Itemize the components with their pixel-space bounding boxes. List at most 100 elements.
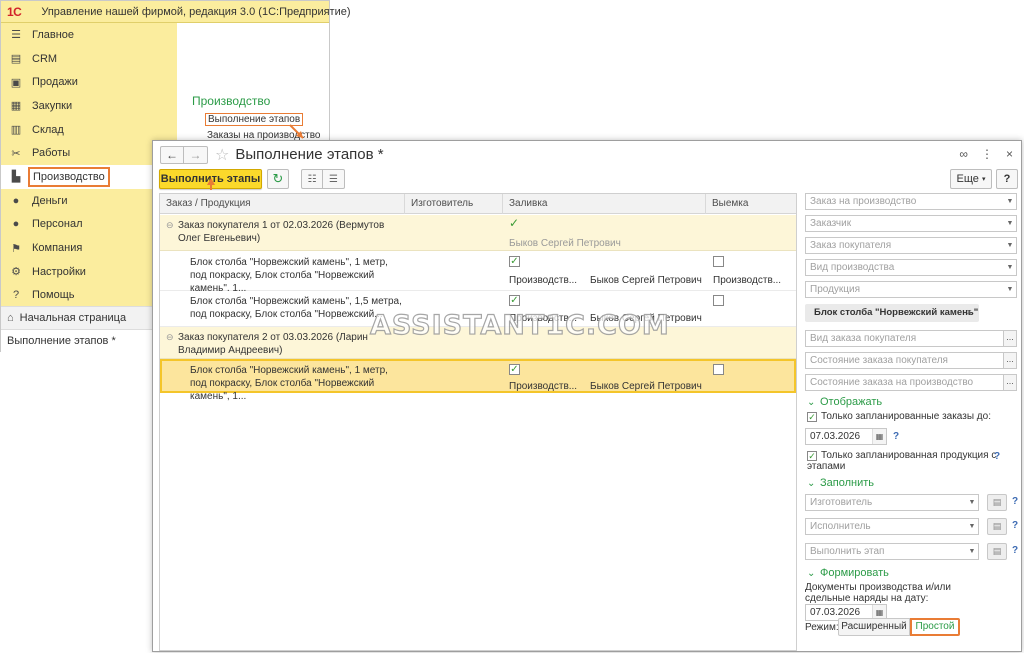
column-fill[interactable]: Заливка [503, 194, 706, 214]
help-icon[interactable]: ? [1012, 496, 1018, 507]
chevron-down-icon[interactable]: ▼ [966, 519, 978, 534]
app-logo: 1С [7, 4, 22, 19]
fill-checkbox[interactable]: ✓ [509, 295, 520, 306]
filter-production-order[interactable]: Заказ на производство ▼ [805, 193, 1017, 210]
sidebar-item-sales[interactable]: ▣ Продажи [1, 70, 177, 94]
column-order-product[interactable]: Заказ / Продукция [160, 194, 405, 214]
table-group-row[interactable]: ⊖ Заказ покупателя 2 от 03.03.2026 (Лари… [160, 327, 796, 359]
date-field-1[interactable]: 07.03.2026 ▦ [805, 428, 887, 445]
favorite-star-icon[interactable]: ☆ [215, 145, 229, 165]
table-group-row[interactable]: ⊖ Заказ покупателя 1 от 02.03.2026 (Верм… [160, 215, 796, 251]
help-icon[interactable]: ? [1012, 520, 1018, 531]
filter-order-state[interactable]: Состояние заказа покупателя... [805, 352, 1017, 369]
sidebar-item-crm[interactable]: ▤ CRM [1, 47, 177, 71]
filter-production-type[interactable]: Вид производства ▼ [805, 259, 1017, 276]
help-icon[interactable]: ? [994, 451, 1000, 462]
fill-maker-field[interactable]: Изготовитель ▼ [805, 494, 979, 511]
cut-checkbox[interactable] [713, 295, 724, 306]
back-button[interactable]: ← [160, 145, 184, 164]
chevron-down-icon[interactable]: ▼ [1004, 260, 1016, 275]
product-filter-tag[interactable]: Блок столба "Норвежский камень" × [805, 304, 979, 322]
sidebar-item-warehouse[interactable]: ▥ Склад [1, 118, 177, 142]
table-header: Заказ / Продукция Изготовитель Заливка В… [160, 194, 796, 214]
mode-simple-button[interactable]: Простой [910, 618, 960, 636]
sidebar-item-settings[interactable]: ⚙ Настройки [1, 260, 177, 284]
filter-customer-order[interactable]: Заказ покупателя ▼ [805, 237, 1017, 254]
calendar-icon[interactable]: ▦ [872, 429, 886, 444]
more-button[interactable]: Еще ▾ [950, 169, 992, 189]
fill-performer: Быков Сергей Петрович [590, 381, 702, 392]
link-icon[interactable]: ∞ [959, 147, 968, 161]
close-icon[interactable]: × [1006, 147, 1013, 161]
run-stages-button[interactable]: Выполнить этапы [159, 169, 262, 189]
table-row[interactable]: Блок столба "Норвежский камень", 1 метр,… [160, 251, 796, 294]
help-icon[interactable]: ? [1012, 545, 1018, 556]
section-display[interactable]: ⌄ Отображать [807, 396, 882, 408]
remove-tag-icon[interactable]: × [966, 304, 972, 322]
filter-customer[interactable]: Заказчик ▼ [805, 215, 1017, 232]
sidebar-item-works[interactable]: ✂ Работы [1, 141, 177, 165]
help-button[interactable]: ? [996, 169, 1018, 189]
section-form[interactable]: ⌄ Формировать [807, 567, 889, 579]
sidebar-item-label: Персонал [32, 218, 83, 231]
fill-checkbox[interactable]: ✓ [509, 256, 520, 267]
help-icon: ? [12, 289, 20, 302]
apply-fill-button[interactable]: ▤ [987, 543, 1007, 560]
sidebar-item-production[interactable]: ▙ Производство [1, 165, 177, 189]
chevron-down-icon[interactable]: ▼ [1004, 282, 1016, 297]
more-vertical-icon[interactable]: ⋮ [981, 147, 993, 161]
fill-stage-field[interactable]: Выполнить этап ▼ [805, 543, 979, 560]
fill-maker: Производств... [509, 313, 578, 324]
section-label: Формировать [820, 567, 889, 579]
tree-view-button[interactable]: ☰ [323, 169, 345, 189]
mode-extended-button[interactable]: Расширенный [838, 618, 910, 636]
column-cut[interactable]: Выемка [706, 194, 796, 214]
chevron-down-icon[interactable]: ▼ [1004, 238, 1016, 253]
select-dots-button[interactable]: ... [1003, 352, 1017, 369]
filter-production-state[interactable]: Состояние заказа на производство... [805, 374, 1017, 391]
chevron-down-icon[interactable]: ▼ [966, 544, 978, 559]
sidebar-item-label: CRM [32, 52, 58, 65]
chevron-down-icon[interactable]: ▼ [1004, 194, 1016, 209]
placeholder: Исполнитель [810, 521, 871, 532]
sidebar-item-purchases[interactable]: ▦ Закупки [1, 94, 177, 118]
apply-fill-button[interactable]: ▤ [987, 518, 1007, 535]
collapse-icon[interactable]: ⊖ [166, 332, 174, 343]
placeholder: Заказ покупателя [810, 240, 892, 251]
apply-fill-button[interactable]: ▤ [987, 494, 1007, 511]
sidebar-item-money[interactable]: ● Деньги [1, 189, 177, 213]
refresh-button[interactable]: ↻ [267, 169, 289, 189]
group-title: Заказ покупателя 1 от 02.03.2026 (Вермут… [178, 220, 385, 244]
column-maker[interactable]: Изготовитель [405, 194, 503, 214]
sidebar-item-main[interactable]: ☰ Главное [1, 23, 177, 47]
cut-checkbox[interactable] [713, 364, 724, 375]
more-label: Еще [956, 173, 979, 185]
collapse-icon[interactable]: ⊖ [166, 220, 174, 231]
only-planned-orders-checkbox[interactable]: ✓ Только запланированные заказы до: [807, 411, 991, 422]
table-row-selected[interactable]: Блок столба "Норвежский камень", 1 метр,… [160, 359, 796, 402]
table-row[interactable]: Блок столба "Норвежский камень", 1,5 мет… [160, 291, 796, 327]
sidebar-item-staff[interactable]: ● Персонал [1, 213, 177, 237]
checkbox-checked[interactable]: ✓ [807, 451, 817, 461]
checkbox-checked[interactable]: ✓ [807, 412, 817, 422]
select-dots-button[interactable]: ... [1003, 374, 1017, 391]
forward-button[interactable]: → [184, 145, 208, 164]
fill-performer-field[interactable]: Исполнитель ▼ [805, 518, 979, 535]
filter-order-kind[interactable]: Вид заказа покупателя... [805, 330, 1017, 347]
chevron-down-icon[interactable]: ▼ [1004, 216, 1016, 231]
sidebar-item-help[interactable]: ? Помощь [1, 284, 177, 308]
list-view-button[interactable]: ☷ [301, 169, 323, 189]
date-value: 07.03.2026 [810, 607, 861, 618]
cut-checkbox[interactable] [713, 256, 724, 267]
filter-product[interactable]: Продукция ▼ [805, 281, 1017, 298]
select-dots-button[interactable]: ... [1003, 330, 1017, 347]
help-icon[interactable]: ? [893, 431, 899, 442]
fill-checkbox[interactable]: ✓ [509, 364, 520, 375]
only-planned-products-checkbox[interactable]: ✓ Только запланированная продукция с этап… [807, 450, 997, 472]
cut-maker: Производств... [713, 275, 782, 286]
sidebar-item-company[interactable]: ⚑ Компания [1, 236, 177, 260]
link-stages-execution[interactable]: Выполнение этапов [205, 113, 304, 126]
chevron-down-icon[interactable]: ▼ [966, 495, 978, 510]
section-fill[interactable]: ⌄ Заполнить [807, 477, 874, 489]
purchases-icon: ▦ [10, 100, 22, 113]
